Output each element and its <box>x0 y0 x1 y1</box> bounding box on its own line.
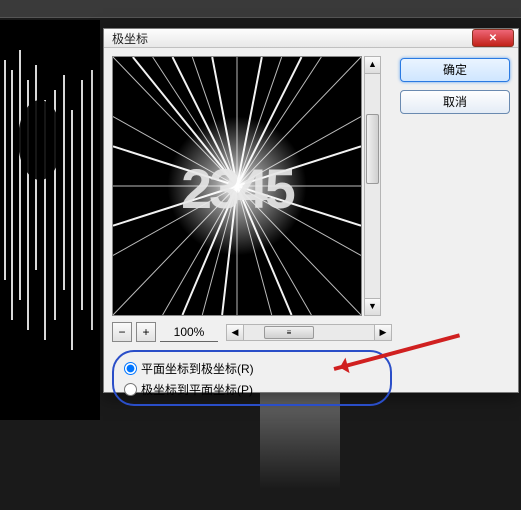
scroll-down-button[interactable]: ▼ <box>365 298 380 315</box>
hscroll-thumb[interactable]: ≡ <box>264 326 314 339</box>
background-canvas <box>0 20 100 420</box>
zoom-controls: − + 100% ◀ ≡ ▶ <box>112 322 392 342</box>
close-icon: ✕ <box>489 33 497 44</box>
left-column: 2345 ▲ ▼ − + 100% ◀ ≡ ▶ <box>112 56 392 406</box>
radio-label[interactable]: 平面坐标到极坐标(R) <box>141 360 254 377</box>
vscroll-thumb[interactable] <box>366 114 379 184</box>
preview-image[interactable]: 2345 <box>112 56 362 316</box>
zoom-out-button[interactable]: − <box>112 322 132 342</box>
option-polar-to-rect[interactable]: 极坐标到平面坐标(P) <box>124 379 380 400</box>
radio-rect-to-polar[interactable] <box>124 362 137 375</box>
dialog-title: 极坐标 <box>112 30 472 47</box>
preview-wrap: 2345 ▲ ▼ <box>112 56 392 316</box>
option-rect-to-polar[interactable]: 平面坐标到极坐标(R) <box>124 358 380 379</box>
ok-button[interactable]: 确定 <box>400 58 510 82</box>
vertical-scrollbar[interactable]: ▲ ▼ <box>364 56 381 316</box>
right-column: 确定 取消 <box>400 56 510 406</box>
ruler-top <box>0 0 521 18</box>
radio-label[interactable]: 极坐标到平面坐标(P) <box>141 381 253 398</box>
cancel-button[interactable]: 取消 <box>400 90 510 114</box>
dialog-body: 2345 ▲ ▼ − + 100% ◀ ≡ ▶ <box>104 48 518 414</box>
svg-text:2345: 2345 <box>181 158 295 220</box>
zoom-value[interactable]: 100% <box>160 322 218 342</box>
scroll-up-button[interactable]: ▲ <box>365 57 380 74</box>
scroll-left-button[interactable]: ◀ <box>227 325 244 340</box>
scroll-right-button[interactable]: ▶ <box>374 325 391 340</box>
options-group: 平面坐标到极坐标(R) 极坐标到平面坐标(P) <box>112 350 392 406</box>
radio-polar-to-rect[interactable] <box>124 383 137 396</box>
titlebar[interactable]: 极坐标 ✕ <box>104 29 518 48</box>
horizontal-scrollbar[interactable]: ◀ ≡ ▶ <box>226 324 392 341</box>
zoom-in-button[interactable]: + <box>136 322 156 342</box>
polar-coordinates-dialog: 极坐标 ✕ <box>103 28 519 393</box>
close-button[interactable]: ✕ <box>472 29 514 47</box>
